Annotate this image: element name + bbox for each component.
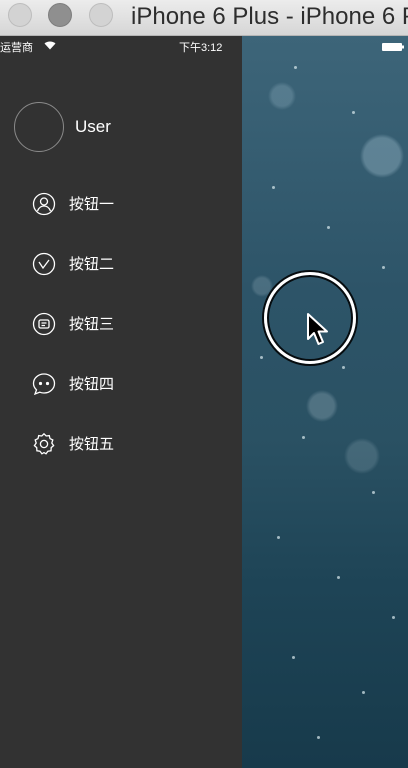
zoom-window-button[interactable] [89, 3, 113, 27]
device-screen: User 按钮一 按钮二 按钮三 按钮四 按钮五 运营商 下午3:12 [0, 36, 408, 768]
wifi-icon [44, 40, 56, 50]
background-photo [242, 36, 408, 768]
menu-item-1[interactable]: 按钮一 [0, 180, 242, 228]
minimize-window-button[interactable] [48, 3, 72, 27]
settings-gear-icon [32, 432, 56, 456]
close-window-button[interactable] [8, 3, 32, 27]
simulator-window: iPhone 6 Plus - iPhone 6 Plus User [0, 0, 408, 768]
menu-item-2[interactable]: 按钮二 [0, 240, 242, 288]
menu-item-label: 按钮四 [69, 375, 115, 393]
battery-icon [382, 42, 404, 51]
user-avatar[interactable] [14, 102, 64, 152]
title-bar: iPhone 6 Plus - iPhone 6 Plus [0, 0, 408, 36]
status-time: 下午3:12 [179, 42, 223, 54]
mouse-cursor-icon [306, 312, 330, 348]
message-icon [32, 312, 56, 336]
menu-item-4[interactable]: 按钮四 [0, 360, 242, 408]
menu-item-label: 按钮二 [69, 255, 115, 273]
chat-bubble-icon [32, 372, 56, 396]
status-bar: 运营商 下午3:12 [0, 36, 408, 56]
menu-item-5[interactable]: 按钮五 [0, 420, 242, 468]
user-circle-icon [32, 192, 56, 216]
user-name[interactable]: User [75, 117, 111, 137]
window-title: iPhone 6 Plus - iPhone 6 Plus [131, 3, 408, 30]
menu-item-label: 按钮一 [69, 195, 115, 213]
menu-item-label: 按钮五 [69, 435, 115, 453]
menu-item-3[interactable]: 按钮三 [0, 300, 242, 348]
carrier-name: 运营商 [0, 42, 33, 54]
clock-icon [32, 252, 56, 276]
menu-item-label: 按钮三 [69, 315, 115, 333]
side-drawer: User 按钮一 按钮二 按钮三 按钮四 按钮五 [0, 36, 242, 768]
